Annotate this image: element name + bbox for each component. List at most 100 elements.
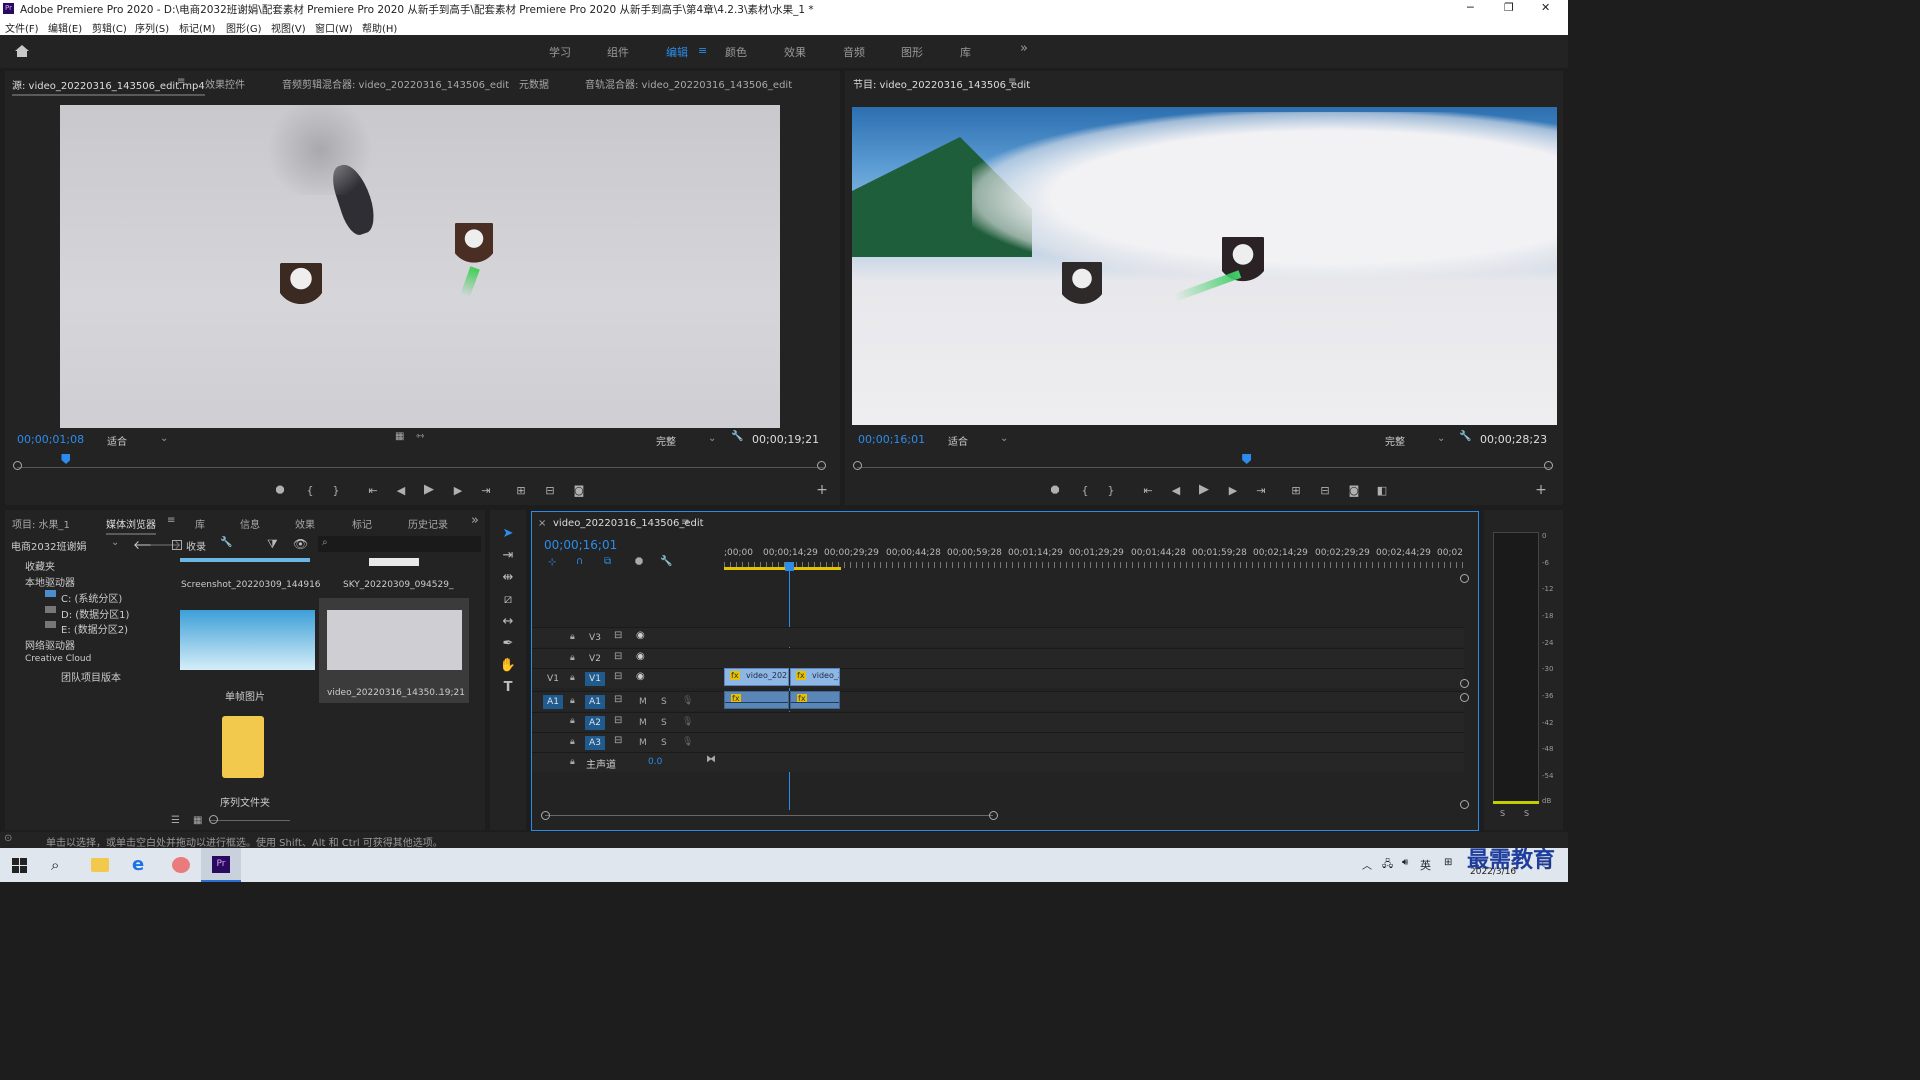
lift-icon[interactable]: ⊞ xyxy=(1289,485,1303,497)
track-a3[interactable] xyxy=(532,732,1464,752)
workspace-color[interactable]: 颜色 xyxy=(725,44,747,60)
network-icon[interactable]: 🖧 xyxy=(1382,857,1393,874)
tab-audio-track-mixer[interactable]: 音轨混合器: video_20220316_143506_edit xyxy=(585,76,792,91)
video-clip[interactable]: fx video_2 xyxy=(790,668,840,686)
tab-effect-controls[interactable]: 效果控件 xyxy=(205,76,245,91)
workspace-menu-icon[interactable]: ≡ xyxy=(698,44,707,57)
vertical-scroll-handle[interactable] xyxy=(1460,679,1469,688)
edge-browser-icon[interactable]: e xyxy=(132,854,144,875)
workspace-effects[interactable]: 效果 xyxy=(784,44,806,60)
more-tabs-icon[interactable]: » xyxy=(471,513,479,528)
vertical-scroll-handle[interactable] xyxy=(1460,693,1469,702)
file-explorer-icon[interactable] xyxy=(91,858,109,872)
vertical-scroll-handle[interactable] xyxy=(1460,574,1469,583)
tab-markers[interactable]: 标记 xyxy=(352,516,372,531)
chevron-down-icon[interactable]: ⌄ xyxy=(160,433,168,444)
track-select-tool-icon[interactable]: ⇥ xyxy=(497,548,519,568)
track-label-v1[interactable]: V1 xyxy=(585,672,605,686)
tree-team-projects[interactable]: 团队项目版本 xyxy=(61,669,121,684)
tree-local-drives[interactable]: 本地驱动器 xyxy=(25,574,75,589)
premiere-taskbar-button[interactable]: Pr xyxy=(201,848,241,882)
workspace-learn[interactable]: 学习 xyxy=(549,44,571,60)
track-v1[interactable] xyxy=(532,668,1464,688)
go-to-out-icon[interactable]: ⇥ xyxy=(479,485,493,497)
export-frame-icon[interactable]: ◙ xyxy=(572,485,586,497)
solo-left-button[interactable]: S xyxy=(1500,809,1505,818)
thumbnail[interactable]: SKY_20220309_094529_ xyxy=(321,558,466,593)
lock-icon[interactable]: 🔒︎ xyxy=(570,716,575,726)
play-icon[interactable]: ▶ xyxy=(422,483,436,496)
tree-favorites[interactable]: 收藏夹 xyxy=(25,558,55,573)
wrench-icon[interactable]: 🔧 xyxy=(1459,431,1471,442)
audio-clip[interactable]: fx xyxy=(724,691,789,709)
step-back-icon[interactable]: ◀ xyxy=(394,485,408,497)
eye-icon[interactable]: ◉ xyxy=(636,630,645,641)
workspace-graphics[interactable]: 图形 xyxy=(901,44,923,60)
go-to-out-icon[interactable]: ⇥ xyxy=(1254,485,1268,497)
thumbnail-selected[interactable]: video_20220316_14350... 19;21 xyxy=(319,598,469,703)
tab-info[interactable]: 信息 xyxy=(240,516,260,531)
slip-tool-icon[interactable]: ↔ xyxy=(497,614,519,634)
menu-graphics[interactable]: 图形(G) xyxy=(226,20,262,35)
work-area-bar[interactable] xyxy=(724,567,841,570)
menu-clip[interactable]: 剪辑(C) xyxy=(92,20,127,35)
app-icon[interactable] xyxy=(172,857,190,873)
search-icon[interactable]: ⌕ xyxy=(51,856,59,874)
track-label-a3[interactable]: A3 xyxy=(585,736,605,750)
workspace-libraries[interactable]: 库 xyxy=(960,44,971,60)
maximize-button[interactable]: ❐ xyxy=(1504,1,1514,14)
menu-help[interactable]: 帮助(H) xyxy=(362,20,397,35)
windows-start-icon[interactable] xyxy=(12,858,27,873)
tab-program-menu-icon[interactable]: ≡ xyxy=(1008,76,1016,87)
eye-icon[interactable]: ◉ xyxy=(636,651,645,662)
tab-audio-clip-mixer[interactable]: 音频剪辑混合器: video_20220316_143506_edit xyxy=(282,76,509,91)
scrub-end-handle[interactable] xyxy=(1544,461,1553,470)
source-quality-dropdown[interactable]: 完整 xyxy=(656,433,676,448)
chevron-down-icon[interactable]: ⌄ xyxy=(111,537,119,548)
ingest-checkbox[interactable] xyxy=(172,540,182,550)
ime-language[interactable]: 英 xyxy=(1420,857,1431,873)
track-label-a1[interactable]: A1 xyxy=(585,695,605,709)
play-icon[interactable]: ▶ xyxy=(1197,483,1211,496)
tree-drive-d[interactable]: D: (数据分区1) xyxy=(61,606,129,621)
razor-tool-icon[interactable]: ⧄ xyxy=(497,592,519,612)
tab-sequence-menu-icon[interactable]: ≡ xyxy=(681,517,689,528)
program-time-ruler[interactable] xyxy=(853,459,1553,471)
source-timecode[interactable]: 00;00;01;08 xyxy=(17,433,84,446)
wrench-icon[interactable]: 🔧 xyxy=(220,537,232,548)
track-v2[interactable] xyxy=(532,648,1464,668)
track-master[interactable] xyxy=(532,752,1464,772)
compare-view-icon[interactable]: ◧ xyxy=(1375,485,1389,497)
tab-project[interactable]: 项目: 水果_1 xyxy=(12,516,70,531)
mark-out-icon[interactable]: } xyxy=(1104,485,1118,497)
scrub-start-handle[interactable] xyxy=(13,461,22,470)
track-a1[interactable] xyxy=(532,691,1464,711)
workspace-editing[interactable]: 编辑 xyxy=(666,44,688,60)
track-a2[interactable] xyxy=(532,712,1464,732)
scroll-end-handle[interactable] xyxy=(989,811,998,820)
chevron-down-icon[interactable]: ⌄ xyxy=(1000,433,1008,444)
ime-mode-icon[interactable]: ⊞ xyxy=(1444,857,1452,868)
tab-source-menu-icon[interactable]: ≡ xyxy=(177,76,185,87)
program-timecode[interactable]: 00;00;16;01 xyxy=(858,433,925,446)
mark-out-icon[interactable]: } xyxy=(329,485,343,497)
sync-lock-icon[interactable]: ⊟ xyxy=(614,715,622,726)
thumbnail[interactable]: Screenshot_20220309_144916 xyxy=(175,558,321,593)
workspace-assembly[interactable]: 组件 xyxy=(607,44,629,60)
workspace-audio[interactable]: 音频 xyxy=(843,44,865,60)
lock-icon[interactable]: 🔒︎ xyxy=(570,673,575,683)
extract-icon[interactable]: ⊟ xyxy=(1318,485,1332,497)
scroll-start-handle[interactable] xyxy=(541,811,550,820)
snap-icon[interactable]: ∩ xyxy=(576,556,583,567)
sync-lock-icon[interactable]: ⊟ xyxy=(614,694,622,705)
master-volume-value[interactable]: 0.0 xyxy=(648,757,662,767)
add-marker-icon[interactable]: ⯃ xyxy=(635,557,643,568)
linked-selection-icon[interactable]: ⧉ xyxy=(604,556,611,567)
mark-in-icon[interactable]: { xyxy=(1078,485,1092,497)
zoom-slider-handle[interactable] xyxy=(209,815,218,824)
filter-icon[interactable]: ⧩ xyxy=(267,537,278,552)
safe-margins-icon[interactable]: ▦ xyxy=(395,431,404,442)
list-view-icon[interactable]: ☰ xyxy=(171,815,180,826)
zoom-slider[interactable] xyxy=(210,820,290,821)
home-icon[interactable] xyxy=(14,44,30,58)
